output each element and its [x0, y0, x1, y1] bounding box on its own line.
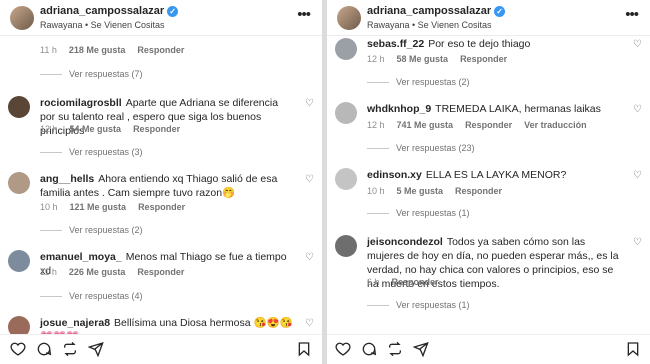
comment-text: whdknhop_9 TREMEDA LAIKA, hermanas laikas — [367, 102, 624, 116]
view-replies-button[interactable]: Ver respuestas (1) — [367, 208, 470, 218]
heart-icon[interactable]: ♡ — [305, 252, 314, 263]
comment-username[interactable]: whdknhop_9 — [367, 103, 431, 115]
comment-meta: 12 h 741 Me gusta Responder Ver traducción — [367, 120, 599, 130]
comment-meta: 12 h 58 Me gusta Responder — [367, 54, 519, 64]
comment-time: 11 h — [40, 267, 57, 277]
translate-button[interactable]: Ver traducción — [524, 120, 587, 130]
view-replies-button[interactable]: Ver respuestas (2) — [367, 77, 470, 87]
verified-badge-icon: ✓ — [494, 6, 506, 17]
post-header: adriana_campossalazar ✓ Rawayana • Se Vie… — [327, 0, 650, 36]
avatar[interactable] — [10, 6, 34, 30]
like-count[interactable]: 54 Me gusta — [70, 124, 122, 134]
comment-body: TREMEDA LAIKA, hermanas laikas — [435, 103, 601, 115]
username-link[interactable]: adriana_campossalazar ✓ — [367, 5, 506, 17]
like-count[interactable]: 226 Me gusta — [69, 267, 126, 277]
comment-username[interactable]: josue_najera8 — [40, 317, 110, 329]
reply-button[interactable]: Responder — [133, 124, 180, 134]
repost-icon[interactable] — [387, 341, 403, 357]
action-bar — [0, 334, 322, 364]
comment-username[interactable]: emanuel_moya_ — [40, 251, 122, 263]
comment-meta: 10 h 5 Me gusta Responder — [367, 186, 514, 196]
comment-meta: 6 h Responder — [367, 277, 451, 287]
heart-icon[interactable] — [335, 341, 351, 357]
comment-username[interactable]: ang__hells — [40, 173, 94, 185]
heart-icon[interactable]: ♡ — [305, 318, 314, 329]
avatar[interactable] — [8, 172, 30, 194]
like-count[interactable]: 5 Me gusta — [397, 186, 444, 196]
comment-body: ELLA ES LA LAYKA MENOR? — [425, 169, 567, 181]
heart-icon[interactable]: ♡ — [305, 174, 314, 185]
heart-icon[interactable]: ♡ — [633, 237, 642, 248]
heart-icon[interactable]: ♡ — [633, 170, 642, 181]
comment-icon[interactable] — [36, 341, 52, 357]
avatar[interactable] — [335, 168, 357, 190]
view-replies-button[interactable]: Ver respuestas (1) — [367, 300, 470, 310]
avatar[interactable] — [335, 235, 357, 257]
view-replies-button[interactable]: Ver respuestas (7) — [40, 69, 143, 79]
share-icon[interactable] — [412, 341, 429, 358]
comment-time: 12 h — [367, 120, 385, 130]
like-count[interactable]: 218 Me gusta — [69, 45, 126, 55]
heart-icon[interactable]: ♡ — [633, 39, 642, 50]
comment-time: 12 h — [40, 124, 58, 134]
comment-body: Por eso te dejo thiago — [428, 38, 531, 50]
left-panel: adriana_campossalazar ✓ Rawayana • Se Vie… — [0, 0, 322, 364]
comment-username[interactable]: rociomilagrosbll — [40, 97, 122, 109]
more-options-icon[interactable]: ••• — [625, 6, 639, 23]
more-options-icon[interactable]: ••• — [297, 6, 311, 23]
avatar[interactable] — [335, 38, 357, 60]
comment-icon[interactable] — [361, 341, 377, 357]
comment-time: 10 h — [40, 202, 58, 212]
comment-meta: 12 h 54 Me gusta Responder — [40, 124, 192, 134]
comment-time: 6 h — [367, 277, 380, 287]
avatar[interactable] — [8, 250, 30, 272]
like-count[interactable]: 741 Me gusta — [397, 120, 454, 130]
view-replies-button[interactable]: Ver respuestas (23) — [367, 143, 475, 153]
reply-button[interactable]: Responder — [137, 45, 184, 55]
bookmark-icon[interactable] — [625, 341, 641, 357]
reply-button[interactable]: Responder — [455, 186, 502, 196]
username: adriana_campossalazar — [40, 5, 165, 17]
view-replies-button[interactable]: Ver respuestas (4) — [40, 291, 143, 301]
like-count[interactable]: 58 Me gusta — [397, 54, 449, 64]
reply-button[interactable]: Responder — [465, 120, 512, 130]
comment-text: sebas.ff_22 Por eso te dejo thiago — [367, 37, 624, 51]
reply-button[interactable]: Responder — [137, 267, 184, 277]
comment-username[interactable]: sebas.ff_22 — [367, 38, 424, 50]
post-header: adriana_campossalazar ✓ Rawayana • Se Vie… — [0, 0, 322, 36]
comment-time: 12 h — [367, 54, 385, 64]
view-replies-button[interactable]: Ver respuestas (3) — [40, 147, 143, 157]
comment-username[interactable]: jeisoncondezol — [367, 236, 443, 248]
heart-icon[interactable] — [10, 341, 26, 357]
like-count[interactable]: 121 Me gusta — [70, 202, 127, 212]
comment-meta: 11 h 218 Me gusta Responder — [40, 45, 196, 55]
right-panel: adriana_campossalazar ✓ Rawayana • Se Vie… — [327, 0, 650, 364]
view-replies-button[interactable]: Ver respuestas (2) — [40, 225, 143, 235]
share-icon[interactable] — [87, 341, 104, 358]
comment-time: 11 h — [40, 45, 57, 55]
comment-text: edinson.xy ELLA ES LA LAYKA MENOR? — [367, 168, 624, 182]
comment-time: 10 h — [367, 186, 385, 196]
repost-icon[interactable] — [62, 341, 78, 357]
comment-meta: 11 h 226 Me gusta Responder — [40, 267, 196, 277]
avatar[interactable] — [335, 102, 357, 124]
avatar[interactable] — [8, 96, 30, 118]
verified-badge-icon: ✓ — [167, 6, 179, 17]
heart-icon[interactable]: ♡ — [633, 104, 642, 115]
comment-text: ang__hells Ahora entiendo xq Thiago salió… — [40, 172, 296, 200]
username: adriana_campossalazar — [367, 5, 492, 17]
avatar[interactable] — [337, 6, 361, 30]
reply-button[interactable]: Responder — [460, 54, 507, 64]
audio-subtitle[interactable]: Rawayana • Se Vienen Cositas — [40, 20, 165, 30]
comment-username[interactable]: edinson.xy — [367, 169, 422, 181]
action-bar — [327, 334, 650, 364]
reply-button[interactable]: Responder — [392, 277, 439, 287]
heart-icon[interactable]: ♡ — [305, 98, 314, 109]
username-link[interactable]: adriana_campossalazar ✓ — [40, 5, 179, 17]
audio-subtitle[interactable]: Rawayana • Se Vienen Cositas — [367, 20, 492, 30]
bookmark-icon[interactable] — [296, 341, 312, 357]
comment-meta: 10 h 121 Me gusta Responder — [40, 202, 197, 212]
reply-button[interactable]: Responder — [138, 202, 185, 212]
